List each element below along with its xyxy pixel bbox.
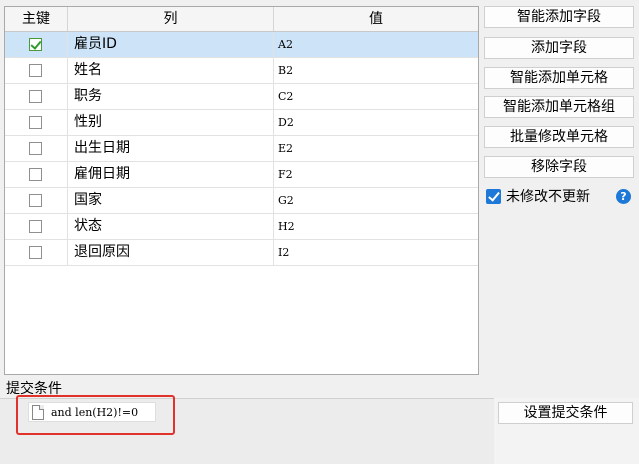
key-cell bbox=[5, 84, 68, 109]
grid-header: 主键 列 值 bbox=[5, 7, 478, 32]
value-cell[interactable]: B2 bbox=[274, 58, 478, 83]
column-cell[interactable]: 雇员ID bbox=[68, 32, 274, 57]
remove-field-button[interactable]: 移除字段 bbox=[484, 156, 634, 178]
primary-key-checkbox[interactable] bbox=[29, 246, 42, 259]
help-icon[interactable]: ? bbox=[616, 189, 631, 204]
table-row[interactable]: 雇佣日期 F2 bbox=[5, 162, 478, 188]
header-value[interactable]: 值 bbox=[274, 7, 478, 31]
smart-add-cell-button[interactable]: 智能添加单元格 bbox=[484, 67, 634, 89]
column-cell[interactable]: 出生日期 bbox=[68, 136, 274, 161]
value-cell[interactable]: F2 bbox=[274, 162, 478, 187]
key-cell bbox=[5, 136, 68, 161]
value-cell[interactable]: H2 bbox=[274, 214, 478, 239]
value-cell[interactable]: G2 bbox=[274, 188, 478, 213]
primary-key-checkbox[interactable] bbox=[29, 168, 42, 181]
batch-edit-cells-button[interactable]: 批量修改单元格 bbox=[484, 126, 634, 148]
primary-key-checkbox[interactable] bbox=[29, 142, 42, 155]
key-cell bbox=[5, 58, 68, 83]
primary-key-checkbox[interactable] bbox=[29, 90, 42, 103]
table-row[interactable]: 姓名 B2 bbox=[5, 58, 478, 84]
key-cell bbox=[5, 214, 68, 239]
smart-add-field-button[interactable]: 智能添加字段 bbox=[484, 6, 634, 28]
primary-key-checkbox[interactable] bbox=[29, 64, 42, 77]
table-row[interactable]: 性别 D2 bbox=[5, 110, 478, 136]
value-cell[interactable]: D2 bbox=[274, 110, 478, 135]
table-row[interactable]: 状态 H2 bbox=[5, 214, 478, 240]
column-cell[interactable]: 国家 bbox=[68, 188, 274, 213]
value-cell[interactable]: C2 bbox=[274, 84, 478, 109]
table-row[interactable]: 国家 G2 bbox=[5, 188, 478, 214]
value-cell[interactable]: E2 bbox=[274, 136, 478, 161]
header-column[interactable]: 列 bbox=[68, 7, 274, 31]
key-cell bbox=[5, 32, 68, 57]
value-cell[interactable]: I2 bbox=[274, 240, 478, 265]
value-cell[interactable]: A2 bbox=[274, 32, 478, 57]
key-cell bbox=[5, 240, 68, 265]
column-cell[interactable]: 姓名 bbox=[68, 58, 274, 83]
key-cell bbox=[5, 162, 68, 187]
primary-key-checkbox[interactable] bbox=[29, 116, 42, 129]
key-cell bbox=[5, 188, 68, 213]
column-cell[interactable]: 职务 bbox=[68, 84, 274, 109]
column-cell[interactable]: 性别 bbox=[68, 110, 274, 135]
column-cell[interactable]: 状态 bbox=[68, 214, 274, 239]
table-row[interactable]: 出生日期 E2 bbox=[5, 136, 478, 162]
add-field-button[interactable]: 添加字段 bbox=[484, 37, 634, 59]
primary-key-checkbox[interactable] bbox=[29, 220, 42, 233]
field-grid: 主键 列 值 雇员ID A2 姓名 B2 职务 C2 性别 D2 出生日期 E2 雇佣日期 F2 国家 G… bbox=[4, 6, 479, 375]
column-cell[interactable]: 退回原因 bbox=[68, 240, 274, 265]
header-key[interactable]: 主键 bbox=[5, 7, 68, 31]
table-row[interactable]: 雇员ID A2 bbox=[5, 32, 478, 58]
highlight-box bbox=[16, 395, 175, 435]
primary-key-checkbox[interactable] bbox=[29, 38, 42, 51]
no-update-unmodified-checkbox[interactable] bbox=[486, 189, 501, 204]
primary-key-checkbox[interactable] bbox=[29, 194, 42, 207]
table-row[interactable]: 职务 C2 bbox=[5, 84, 478, 110]
table-row[interactable]: 退回原因 I2 bbox=[5, 240, 478, 266]
column-cell[interactable]: 雇佣日期 bbox=[68, 162, 274, 187]
no-update-unmodified-option[interactable]: 未修改不更新 ? bbox=[486, 188, 634, 206]
smart-add-cell-group-button[interactable]: 智能添加单元格组 bbox=[484, 96, 634, 118]
no-update-unmodified-label: 未修改不更新 bbox=[506, 189, 590, 205]
grid-rows: 雇员ID A2 姓名 B2 职务 C2 性别 D2 出生日期 E2 雇佣日期 F2 国家 G2 状态 H2 退回… bbox=[5, 32, 478, 266]
set-submit-condition-button[interactable]: 设置提交条件 bbox=[498, 402, 633, 424]
key-cell bbox=[5, 110, 68, 135]
